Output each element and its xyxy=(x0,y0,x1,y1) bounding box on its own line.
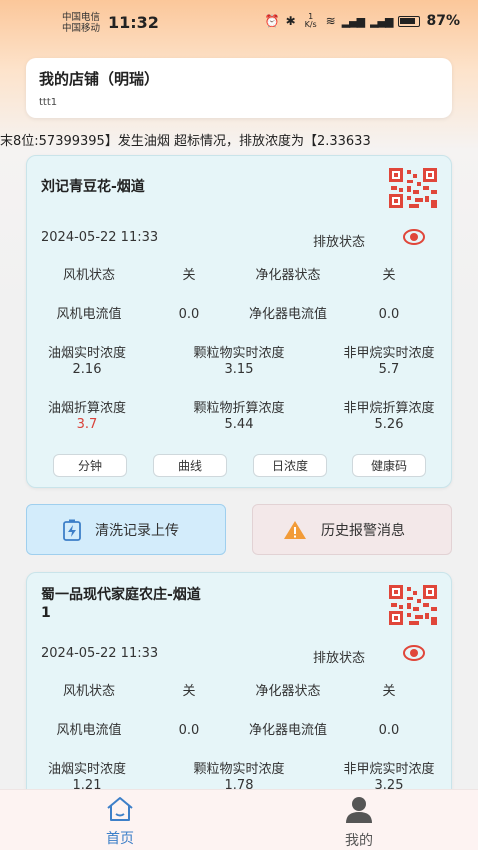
purifier-status-value: 关 xyxy=(382,268,396,283)
battery-icon xyxy=(398,15,421,27)
nav-me[interactable]: 我的 xyxy=(319,796,399,850)
device-name: 刘记青豆花-烟道 xyxy=(41,179,145,195)
current-row: 风机电流值 0.0 净化器电流值 0.0 xyxy=(27,723,453,743)
purifier-status-value: 关 xyxy=(382,684,396,699)
emission-status-label: 排放状态 xyxy=(312,651,365,666)
fan-current-label: 风机电流值 xyxy=(56,723,122,738)
nmhc-realtime: 非甲烷实时浓度 5.7 xyxy=(325,346,453,378)
qr-code-icon[interactable] xyxy=(389,585,437,625)
status-row: 风机状态 关 净化器状态 关 xyxy=(27,268,453,288)
minute-button[interactable]: 分钟 xyxy=(53,454,127,477)
smoke-converted-label: 油烟折算浓度 xyxy=(47,401,126,416)
status-icons: ⏰ ✱ 1 K/s ≋ ▂▄▆ ▂▄▆ 87% xyxy=(264,12,460,30)
smoke-realtime-label: 油烟实时浓度 xyxy=(47,346,126,361)
particle-realtime-value: 3.15 xyxy=(224,362,254,377)
update-time: 2024-05-22 11:33 xyxy=(41,646,159,661)
particle-realtime-label: 颗粒物实时浓度 xyxy=(193,346,285,361)
device-card[interactable]: 刘记青豆花-烟道 2024-05-22 11:33 排放状态 风机状态 关 净化… xyxy=(26,155,452,488)
fan-status-label: 风机状态 xyxy=(62,268,115,283)
marquee-text: 末8位:57399395】发生油烟 超标情况，排放浓度为【2.33633 xyxy=(0,134,371,149)
smoke-realtime-label: 油烟实时浓度 xyxy=(47,762,126,777)
nmhc-converted-value: 5.26 xyxy=(374,417,404,432)
converted-row: 油烟折算浓度 3.7 颗粒物折算浓度 5.44 非甲烷折算浓度 5.26 xyxy=(27,401,453,432)
nmhc-realtime-label: 非甲烷实时浓度 xyxy=(343,346,435,361)
status-bar: 中国电信 中国移动 11:32 ⏰ ✱ 1 K/s ≋ ▂▄▆ ▂▄▆ 87% xyxy=(0,0,478,46)
nav-home[interactable]: 首页 xyxy=(80,796,160,848)
smoke-realtime: 油烟实时浓度 2.16 xyxy=(33,346,141,378)
shop-subtitle: ttt1 xyxy=(39,97,58,108)
nmhc-realtime-label: 非甲烷实时浓度 xyxy=(343,762,435,777)
curve-button[interactable]: 曲线 xyxy=(153,454,227,477)
purifier-current-label: 净化器电流值 xyxy=(248,723,327,738)
emission-status-icon[interactable] xyxy=(403,645,425,661)
wifi-icon: ≋ xyxy=(325,14,336,28)
health-code-button[interactable]: 健康码 xyxy=(352,454,426,477)
home-icon xyxy=(107,797,133,821)
smoke-converted-value: 3.7 xyxy=(76,417,98,432)
alarm-history-button[interactable]: 历史报警消息 xyxy=(252,504,452,555)
particle-realtime-label: 颗粒物实时浓度 xyxy=(193,762,285,777)
update-time: 2024-05-22 11:33 xyxy=(41,230,159,245)
status-time: 11:32 xyxy=(108,13,159,32)
qr-code-icon[interactable] xyxy=(389,168,437,208)
nmhc-realtime-value: 5.7 xyxy=(378,362,400,377)
fan-status-value: 关 xyxy=(182,684,196,699)
alarm-icon: ⏰ xyxy=(264,14,280,28)
device-name-line2: 1 xyxy=(41,605,51,621)
purifier-status-label: 净化器状态 xyxy=(255,684,321,699)
clean-upload-label: 清洗记录上传 xyxy=(95,522,179,539)
nav-home-label: 首页 xyxy=(106,831,134,847)
smoke-realtime-value: 2.16 xyxy=(72,362,102,377)
purifier-current-value: 0.0 xyxy=(378,723,400,738)
realtime-row: 油烟实时浓度 2.16 颗粒物实时浓度 3.15 非甲烷实时浓度 5.7 xyxy=(27,346,453,377)
fan-status-label: 风机状态 xyxy=(62,684,115,699)
user-icon xyxy=(346,797,372,823)
carrier-1: 中国电信 xyxy=(62,12,101,23)
shop-header-card[interactable]: 我的店铺（明瑞） ttt1 xyxy=(26,58,452,118)
purifier-current-label: 净化器电流值 xyxy=(248,307,327,322)
smoke-converted: 油烟折算浓度 3.7 xyxy=(33,401,141,433)
bottom-nav: 首页 我的 xyxy=(0,789,478,850)
warning-icon xyxy=(284,520,306,539)
alert-marquee[interactable]: 末8位:57399395】发生油烟 超标情况，排放浓度为【2.33633 xyxy=(0,128,478,150)
clean-upload-button[interactable]: 清洗记录上传 xyxy=(26,504,226,555)
fan-current-value: 0.0 xyxy=(178,307,200,322)
particle-realtime: 颗粒物实时浓度 3.15 xyxy=(177,346,301,378)
status-row: 风机状态 关 净化器状态 关 xyxy=(27,684,453,704)
bluetooth-icon: ✱ xyxy=(285,14,296,28)
battery-percent: 87% xyxy=(426,13,460,29)
fan-status-value: 关 xyxy=(182,268,196,283)
carrier-2: 中国移动 xyxy=(62,23,101,34)
net-speed: 1 K/s xyxy=(304,12,317,29)
device-name: 蜀一品现代家庭农庄-烟道 1 xyxy=(41,586,201,622)
nmhc-converted: 非甲烷折算浓度 5.26 xyxy=(325,401,453,433)
nmhc-converted-label: 非甲烷折算浓度 xyxy=(343,401,435,416)
signal-icon-2: ▂▄▆ xyxy=(370,14,393,28)
shop-title: 我的店铺（明瑞） xyxy=(39,70,160,88)
clean-upload-icon xyxy=(63,519,81,541)
current-row: 风机电流值 0.0 净化器电流值 0.0 xyxy=(27,307,453,327)
purifier-current-value: 0.0 xyxy=(378,307,400,322)
device-name-line1: 蜀一品现代家庭农庄-烟道 xyxy=(41,587,201,603)
alarm-history-label: 历史报警消息 xyxy=(321,522,405,539)
fan-current-label: 风机电流值 xyxy=(56,307,122,322)
chart-buttons: 分钟 曲线 日浓度 健康码 xyxy=(27,454,453,478)
fan-current-value: 0.0 xyxy=(178,723,200,738)
daily-button[interactable]: 日浓度 xyxy=(253,454,327,477)
particle-converted-value: 5.44 xyxy=(224,417,254,432)
nav-me-label: 我的 xyxy=(345,833,373,849)
carrier-info: 中国电信 中国移动 xyxy=(62,12,100,34)
particle-converted-label: 颗粒物折算浓度 xyxy=(193,401,285,416)
realtime-row: 油烟实时浓度 1.21 颗粒物实时浓度 1.78 非甲烷实时浓度 3.25 xyxy=(27,762,453,793)
signal-icon: ▂▄▆ xyxy=(341,14,365,28)
particle-converted: 颗粒物折算浓度 5.44 xyxy=(177,401,301,433)
emission-status-icon[interactable] xyxy=(403,229,425,245)
purifier-status-label: 净化器状态 xyxy=(255,268,321,283)
emission-status-label: 排放状态 xyxy=(312,235,365,250)
